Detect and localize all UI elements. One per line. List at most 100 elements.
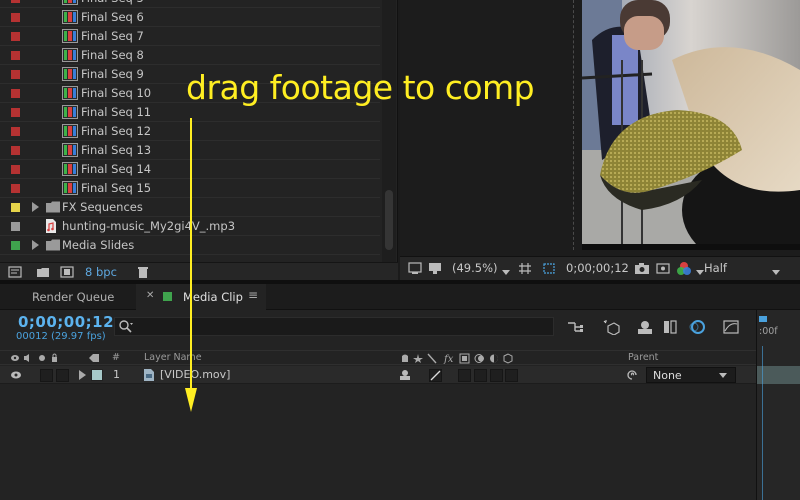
layer-number: 1 <box>113 368 120 381</box>
composition-frame-image[interactable] <box>582 0 800 250</box>
tab-media-clip[interactable]: ✕ Media Clip ≡ <box>136 284 266 310</box>
label-color-swatch[interactable] <box>11 184 20 193</box>
folder-icon <box>46 201 60 213</box>
label-color-swatch[interactable] <box>11 222 20 231</box>
viewer-timecode[interactable]: 0;00;00;12 <box>566 261 629 275</box>
label-color-swatch[interactable] <box>11 70 20 79</box>
draft-3d-icon[interactable] <box>602 319 620 335</box>
switches-header-icons[interactable]: fx <box>400 353 516 364</box>
label-tag-icon[interactable] <box>88 353 100 363</box>
close-icon[interactable]: ✕ <box>146 290 154 301</box>
project-item-label: Final Seq 12 <box>81 124 152 138</box>
project-item-label: Final Seq 10 <box>81 86 152 100</box>
zoom-dropdown-icon[interactable] <box>502 265 510 279</box>
playhead-handle[interactable] <box>759 316 767 322</box>
parent-dropdown[interactable]: None <box>646 367 736 383</box>
lock-switch[interactable] <box>56 369 69 382</box>
label-color-swatch[interactable] <box>11 146 20 155</box>
project-comp-item[interactable]: Final Seq 8 <box>0 46 380 65</box>
composition-icon <box>62 67 78 81</box>
search-input[interactable] <box>139 319 549 334</box>
project-comp-item[interactable]: Final Seq 6 <box>0 8 380 27</box>
tab-render-queue[interactable]: Render Queue <box>0 284 130 310</box>
new-comp-icon[interactable] <box>60 266 74 278</box>
time-graph[interactable]: :00f <box>756 310 800 500</box>
composition-icon <box>62 0 78 5</box>
expand-folder-icon[interactable] <box>32 202 39 212</box>
motion-blur-switch[interactable] <box>490 369 503 382</box>
project-item-label: Final Seq 6 <box>81 10 144 24</box>
expand-layer-twirl-icon[interactable] <box>79 370 86 380</box>
quality-switch[interactable] <box>429 369 442 382</box>
layer-label-swatch[interactable] <box>91 369 103 381</box>
project-item-label: Final Seq 9 <box>81 67 144 81</box>
magnification-dropdown[interactable]: (49.5%) <box>452 261 498 275</box>
viewer-toolbar: (49.5%) 0;00;00;12 Half <box>400 256 800 280</box>
composition-icon <box>62 10 78 24</box>
label-color-swatch[interactable] <box>11 203 20 212</box>
bit-depth-button[interactable]: 8 bpc <box>85 265 117 279</box>
frame-blend-switch[interactable] <box>474 369 487 382</box>
audio-file-icon <box>46 219 56 233</box>
motion-blur-icon[interactable] <box>688 319 706 335</box>
label-color-swatch[interactable] <box>11 108 20 117</box>
channels-dropdown-icon[interactable] <box>696 265 704 279</box>
resolution-dropdown[interactable]: Half <box>704 261 727 275</box>
playhead-line[interactable] <box>762 346 763 500</box>
parent-value: None <box>653 369 682 382</box>
composition-icon <box>62 86 78 100</box>
search-icon[interactable] <box>118 319 134 335</box>
project-scrollbar[interactable] <box>382 0 396 262</box>
label-color-swatch[interactable] <box>11 32 20 41</box>
project-comp-item[interactable]: Final Seq 7 <box>0 27 380 46</box>
grid-icon[interactable] <box>518 262 532 275</box>
layer-search-box[interactable] <box>114 317 554 336</box>
trash-icon[interactable] <box>136 266 150 278</box>
footage-file-icon <box>144 369 154 381</box>
3d-layer-switch[interactable] <box>505 369 518 382</box>
av-features-icons[interactable] <box>10 353 58 363</box>
project-item-label: Final Seq 15 <box>81 181 152 195</box>
snapshot-icon[interactable] <box>634 262 650 275</box>
label-color-swatch[interactable] <box>11 241 20 250</box>
label-color-swatch[interactable] <box>11 0 20 3</box>
video-frame-image <box>582 0 800 250</box>
label-color-swatch[interactable] <box>11 89 20 98</box>
resolution-dropdown-icon[interactable] <box>772 265 780 279</box>
pick-whip-icon[interactable] <box>626 369 638 381</box>
always-preview-icon[interactable] <box>408 262 422 275</box>
label-color-swatch[interactable] <box>11 127 20 136</box>
comp-mini-flowchart-icon[interactable] <box>566 319 584 335</box>
composition-icon <box>62 48 78 62</box>
timeline-empty-area[interactable] <box>0 384 756 500</box>
label-color-swatch[interactable] <box>11 51 20 60</box>
composition-icon <box>62 181 78 195</box>
layer-row[interactable]: 1 [VIDEO.mov] None <box>0 366 756 384</box>
composition-icon <box>62 162 78 176</box>
effect-switch[interactable] <box>458 369 471 382</box>
monitor-icon[interactable] <box>428 262 442 275</box>
channels-icon[interactable] <box>676 261 692 276</box>
chevron-down-icon <box>719 373 727 378</box>
eye-icon[interactable] <box>10 370 22 380</box>
shy-layers-icon[interactable] <box>636 319 654 335</box>
current-time-display[interactable]: 0;00;00;12 <box>18 313 114 331</box>
expand-folder-icon[interactable] <box>32 240 39 250</box>
graph-editor-icon[interactable] <box>722 319 740 335</box>
label-color-swatch[interactable] <box>11 13 20 22</box>
interpret-footage-icon[interactable] <box>8 266 22 278</box>
project-comp-item[interactable]: Final Seq 5 <box>0 0 380 8</box>
layer-duration-bar[interactable] <box>757 366 800 384</box>
panel-menu-icon[interactable]: ≡ <box>248 288 258 302</box>
annotation-text: drag footage to comp <box>186 68 535 107</box>
solo-switch[interactable] <box>40 369 53 382</box>
project-item-label: Final Seq 5 <box>81 0 144 5</box>
frame-blending-icon[interactable] <box>662 319 680 335</box>
shy-switch-icon[interactable] <box>399 369 411 381</box>
show-snapshot-icon[interactable] <box>656 262 670 275</box>
new-folder-icon[interactable] <box>36 266 50 278</box>
region-of-interest-icon[interactable] <box>542 262 556 275</box>
column-parent[interactable]: Parent <box>628 352 658 363</box>
scrollbar-thumb[interactable] <box>385 190 393 250</box>
label-color-swatch[interactable] <box>11 165 20 174</box>
